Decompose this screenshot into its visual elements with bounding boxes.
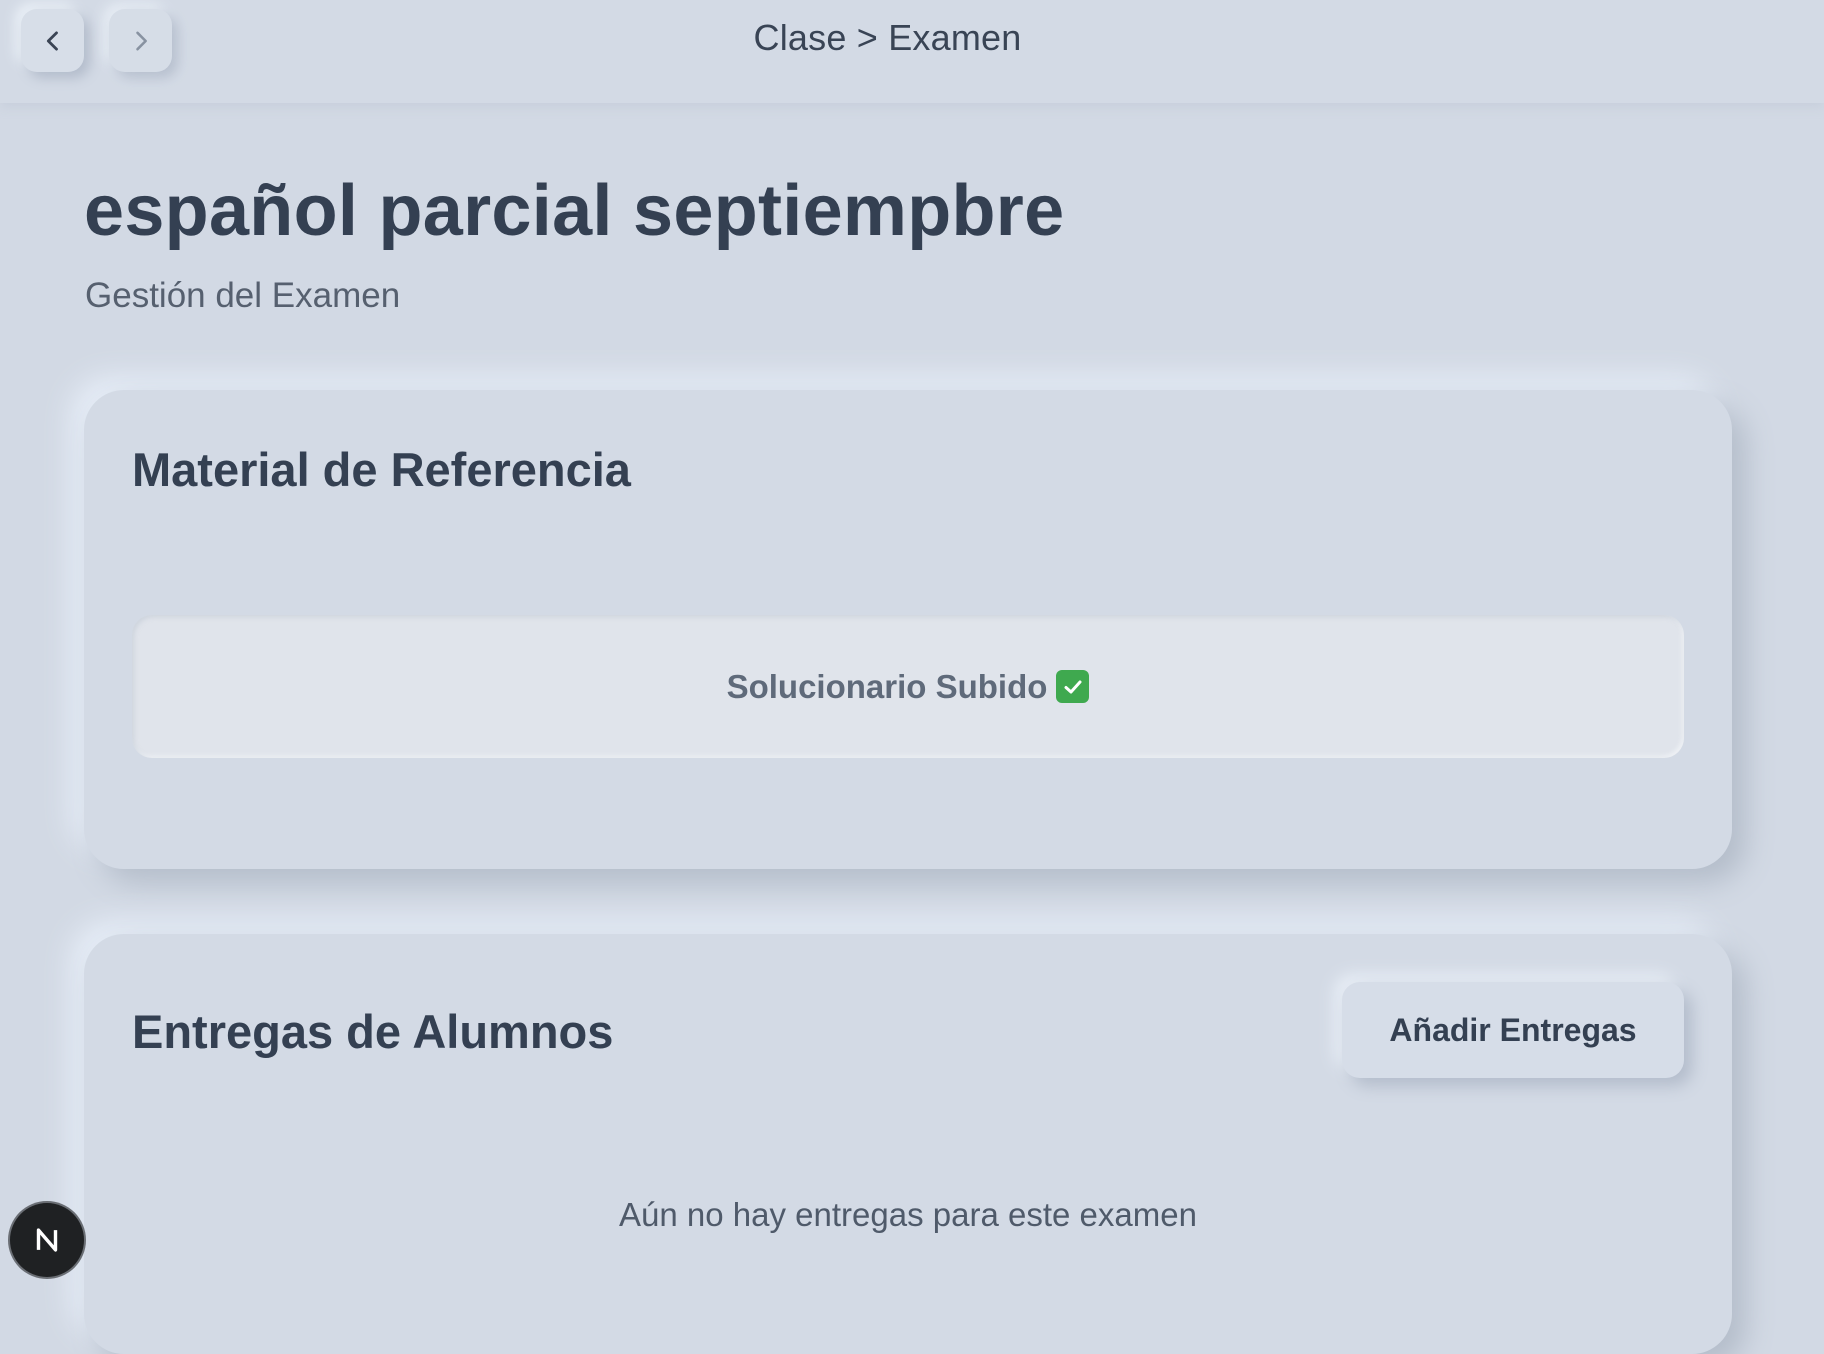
- submissions-card-title: Entregas de Alumnos: [132, 1005, 614, 1058]
- top-bar: Clase > Examen: [0, 0, 1824, 103]
- page-subtitle: Gestión del Examen: [85, 276, 401, 315]
- empty-submissions-message: Aún no hay entregas para este examen: [619, 1196, 1197, 1233]
- add-submissions-button[interactable]: Añadir Entregas: [1342, 982, 1684, 1078]
- page-title: español parcial septiempbre: [84, 171, 1065, 251]
- breadcrumb: Clase > Examen: [753, 17, 1022, 58]
- solution-status-text: Solucionario Subido: [726, 667, 1048, 705]
- reference-material-card: Material de Referencia Solucionario Subi…: [84, 390, 1732, 869]
- check-mark-icon: [1056, 670, 1090, 703]
- reference-card-title: Material de Referencia: [132, 443, 631, 496]
- n-logo-icon: [36, 1228, 58, 1252]
- submissions-card: Entregas de Alumnos Añadir Entregas Aún …: [84, 934, 1732, 1354]
- solution-status-box: Solucionario Subido: [132, 615, 1684, 758]
- dev-tools-badge[interactable]: [10, 1203, 84, 1277]
